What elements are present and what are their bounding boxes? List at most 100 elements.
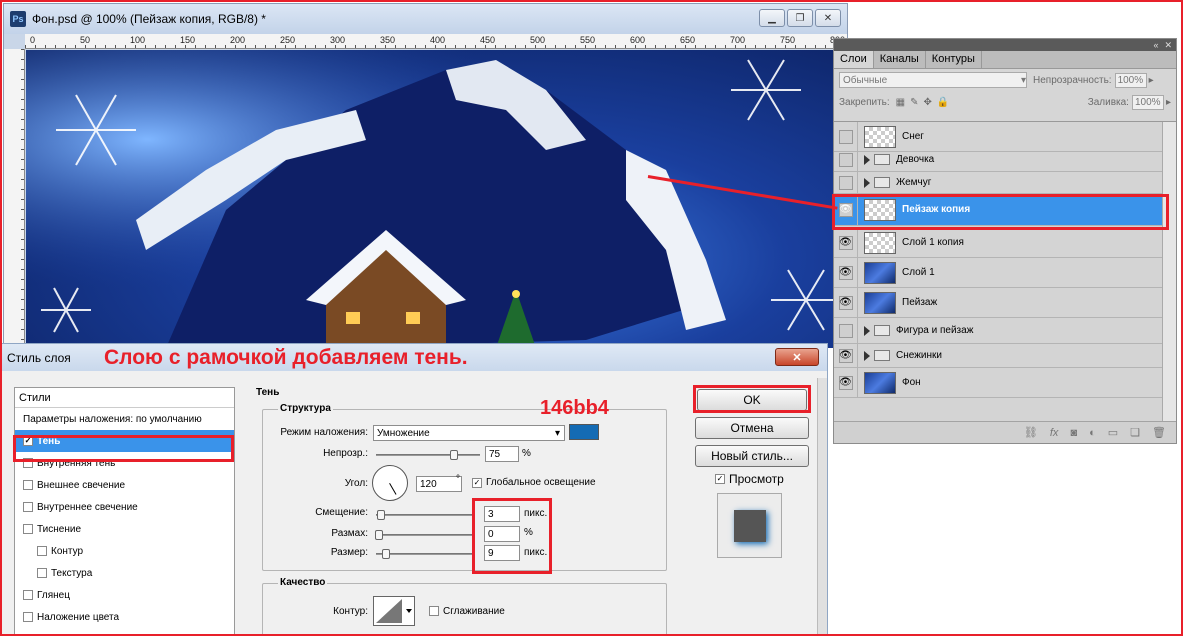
- folder-icon: [874, 325, 890, 336]
- tab-channels[interactable]: Каналы: [874, 51, 926, 68]
- distance-field[interactable]: 3: [484, 506, 520, 522]
- eye-icon: 👁: [838, 348, 853, 363]
- opacity-field[interactable]: 75: [485, 446, 519, 462]
- antialias-checkbox[interactable]: [429, 606, 439, 616]
- size-field[interactable]: 9: [484, 545, 520, 561]
- blend-options-item[interactable]: Параметры наложения: по умолчанию: [15, 408, 234, 430]
- spread-slider-knob[interactable]: [375, 530, 383, 540]
- style-checkbox[interactable]: [37, 546, 47, 556]
- structure-title: Структура: [278, 403, 333, 414]
- distance-slider[interactable]: [376, 510, 472, 520]
- style-checkbox[interactable]: [23, 590, 33, 600]
- style-item[interactable]: ✓ Тень: [15, 430, 234, 452]
- mask-icon[interactable]: ◙: [1070, 427, 1077, 439]
- close-icon[interactable]: ✕: [815, 9, 841, 27]
- opacity-arrow-icon[interactable]: ▸: [1149, 75, 1154, 86]
- cancel-button[interactable]: Отмена: [695, 417, 809, 439]
- style-item[interactable]: Контур: [15, 540, 234, 562]
- layer-visibility-toggle[interactable]: [834, 318, 858, 343]
- spread-slider[interactable]: [375, 530, 472, 540]
- size-label: Размер:: [330, 547, 368, 558]
- layer-visibility-toggle[interactable]: [834, 148, 858, 171]
- minimize-icon[interactable]: ▁: [759, 9, 785, 27]
- style-item[interactable]: Наложение цвета: [15, 606, 234, 628]
- layer-visibility-toggle[interactable]: 👁: [834, 258, 858, 287]
- tab-layers[interactable]: Слои: [834, 51, 874, 68]
- layers-scrollbar[interactable]: [1162, 122, 1176, 441]
- expand-arrow-icon[interactable]: [864, 325, 870, 336]
- style-checkbox[interactable]: [23, 612, 33, 622]
- style-checkbox[interactable]: [37, 568, 47, 578]
- layer-row[interactable]: Фигура и пейзаж: [834, 318, 1162, 344]
- fill-input[interactable]: 100%: [1131, 94, 1164, 110]
- fill-arrow-icon[interactable]: ▸: [1166, 97, 1171, 108]
- link-icon[interactable]: ⛓: [1024, 426, 1038, 439]
- adjustment-icon[interactable]: ◐: [1089, 427, 1096, 439]
- contour-label: Контур:: [333, 606, 368, 617]
- layer-visibility-toggle[interactable]: [834, 122, 858, 151]
- fx-icon[interactable]: fx: [1050, 427, 1059, 439]
- layer-row[interactable]: 👁 Слой 1 копия: [834, 228, 1162, 258]
- global-light-checkbox[interactable]: ✓: [472, 478, 482, 488]
- style-checkbox[interactable]: ✓: [23, 436, 33, 446]
- style-checkbox[interactable]: [23, 458, 33, 468]
- blend-mode-select[interactable]: Обычные ▾: [839, 72, 1027, 88]
- style-item[interactable]: Внутреннее свечение: [15, 496, 234, 518]
- layer-row[interactable]: Девочка: [834, 148, 1162, 172]
- style-checkbox[interactable]: [23, 480, 33, 490]
- dialog-scrollbar[interactable]: [817, 378, 827, 636]
- opacity-input[interactable]: 100%: [1114, 72, 1147, 88]
- layer-row[interactable]: 👁 Слой 1: [834, 258, 1162, 288]
- style-item[interactable]: Внешнее свечение: [15, 474, 234, 496]
- restore-icon[interactable]: ❐: [787, 9, 813, 27]
- ruler-tick-label: 650: [680, 35, 696, 45]
- layer-row[interactable]: 👁 Пейзаж копия: [834, 194, 1162, 226]
- angle-dial[interactable]: [372, 465, 408, 501]
- layer-visibility-toggle[interactable]: 👁: [834, 344, 858, 367]
- size-slider[interactable]: [376, 549, 472, 559]
- chevron-down-icon: ▾: [554, 427, 560, 439]
- opacity-slider[interactable]: [376, 450, 480, 460]
- new-style-button[interactable]: Новый стиль...: [695, 445, 809, 467]
- layer-visibility-toggle[interactable]: 👁: [834, 194, 858, 225]
- dialog-close-button[interactable]: ✕: [775, 348, 819, 366]
- style-checkbox[interactable]: [23, 502, 33, 512]
- close-panel-icon[interactable]: ✕: [1164, 40, 1172, 51]
- layer-visibility-toggle[interactable]: [834, 172, 858, 193]
- style-item[interactable]: Глянец: [15, 584, 234, 606]
- ok-button[interactable]: OK: [697, 389, 807, 411]
- layer-row[interactable]: 👁 Снежинки: [834, 344, 1162, 368]
- trash-icon[interactable]: 🗑: [1152, 426, 1166, 439]
- group-icon[interactable]: ▭: [1108, 426, 1118, 439]
- style-item[interactable]: Текстура: [15, 562, 234, 584]
- layer-row[interactable]: Жемчуг: [834, 172, 1162, 194]
- spread-field[interactable]: 0: [484, 526, 520, 542]
- distance-slider-knob[interactable]: [377, 510, 385, 520]
- eye-icon: 👁: [838, 295, 853, 310]
- lock-icons[interactable]: ▦✎✥🔒: [896, 97, 955, 108]
- opacity-slider-knob[interactable]: [450, 450, 458, 460]
- collapse-icon[interactable]: «: [1153, 40, 1158, 50]
- layer-row[interactable]: 👁 Фон: [834, 368, 1162, 398]
- canvas[interactable]: [26, 50, 834, 348]
- layer-visibility-toggle[interactable]: 👁: [834, 228, 858, 257]
- style-item[interactable]: Тиснение: [15, 518, 234, 540]
- shadow-color-swatch[interactable]: [569, 424, 599, 440]
- tab-paths[interactable]: Контуры: [926, 51, 982, 68]
- preview-checkbox[interactable]: ✓: [715, 474, 725, 484]
- contour-picker[interactable]: [373, 596, 415, 626]
- style-item[interactable]: Внутренняя тень: [15, 452, 234, 474]
- expand-arrow-icon[interactable]: [864, 154, 870, 165]
- expand-arrow-icon[interactable]: [864, 177, 870, 188]
- new-layer-icon[interactable]: ❏: [1130, 426, 1140, 439]
- styles-header[interactable]: Стили: [15, 388, 234, 408]
- expand-arrow-icon[interactable]: [864, 350, 870, 361]
- style-checkbox[interactable]: [23, 524, 33, 534]
- layer-thumbnail: [864, 261, 896, 284]
- blend-mode-dropdown[interactable]: Умножение ▾: [373, 425, 565, 441]
- layer-visibility-toggle[interactable]: 👁: [834, 368, 858, 397]
- layer-row[interactable]: 👁 Пейзаж: [834, 288, 1162, 318]
- layer-visibility-toggle[interactable]: 👁: [834, 288, 858, 317]
- size-slider-knob[interactable]: [382, 549, 390, 559]
- panel-collapse-bar[interactable]: «✕: [834, 39, 1176, 51]
